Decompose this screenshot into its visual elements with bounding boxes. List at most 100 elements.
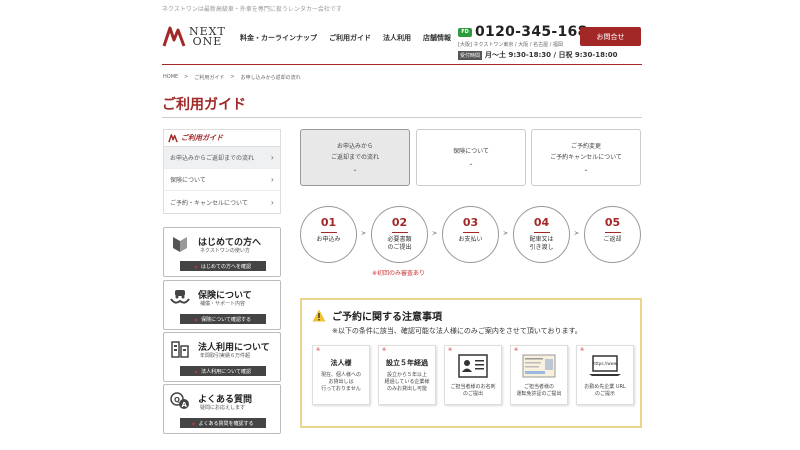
- nav-lineup[interactable]: 料金・カーラインナップ: [240, 33, 317, 43]
- condition-text: 設立から５年以上 経過している企業様 のみお貸出し可能: [384, 372, 430, 392]
- step-number: 05: [604, 216, 621, 229]
- driver-license-icon: [511, 354, 567, 378]
- contact-button[interactable]: お問合せ: [580, 27, 641, 46]
- business-card-icon: [445, 354, 501, 378]
- logo-line-2: ONE: [192, 35, 223, 48]
- side-item-insurance[interactable]: 保険について ›: [164, 169, 280, 191]
- step-label: お支払い: [458, 236, 483, 243]
- breadcrumb-current: お申し込みから返却の流れ: [240, 75, 301, 81]
- side-menu-heading: ご利用ガイド: [164, 130, 280, 147]
- step-divider: [604, 232, 621, 233]
- qa-bubble-icon: Q A: [170, 392, 189, 409]
- nav-guide[interactable]: ご利用ガイド: [329, 33, 371, 43]
- chevron-down-icon: ⌄: [352, 165, 358, 173]
- arrow-right-icon: >: [503, 230, 509, 237]
- arrow-right-icon: >: [574, 230, 580, 237]
- notice-title: ご予約に関する注意事項: [332, 312, 442, 323]
- header-divider: [162, 64, 642, 65]
- tab-flow[interactable]: お申込みから ご返却までの流れ ⌄: [300, 129, 410, 186]
- step-divider: [391, 232, 408, 233]
- condition-company-url: ※ https://www. お勤め先企業 URL のご提示: [576, 345, 634, 405]
- breadcrumb-home[interactable]: HOME: [163, 74, 178, 81]
- step-label: 必要書類: [387, 236, 412, 243]
- tab-insurance[interactable]: 保険について ⌄: [416, 129, 526, 186]
- side-item-reservation[interactable]: ご予約・キャンセルについて ›: [164, 191, 280, 213]
- step-number: 01: [320, 216, 337, 229]
- step-4: 04 配車又は 引き渡し: [513, 206, 570, 263]
- nav-stores[interactable]: 店舗情報: [423, 33, 451, 43]
- beginner-mark-icon: [173, 237, 187, 252]
- step-label: 配車又は: [529, 236, 554, 243]
- side-item-label: ご予約・キャンセルについて: [170, 199, 248, 207]
- warning-icon: [312, 309, 326, 322]
- card-button[interactable]: 法人利用について確認: [180, 366, 266, 376]
- breadcrumb-guide[interactable]: ご利用ガイド: [194, 74, 224, 81]
- hands-car-icon: [170, 290, 190, 304]
- logo-mark-icon: [168, 133, 178, 142]
- card-first-time[interactable]: はじめての方へ ネクストワンの使い方 はじめての方へを確認: [163, 227, 281, 277]
- step-3: 03 お支払い: [442, 206, 499, 263]
- page-title: ご利用ガイド: [162, 97, 246, 113]
- step-label-2: 引き渡し: [529, 244, 554, 251]
- note-mark: ※: [382, 347, 387, 353]
- note-mark: ※: [514, 347, 519, 353]
- phone-number[interactable]: 0120-345-168: [475, 24, 588, 40]
- condition-text: ご担当者様のお名刺 のご提出: [450, 384, 496, 397]
- logo-text: NEXT ONE: [189, 26, 226, 48]
- card-button[interactable]: 保険について確認する: [180, 314, 266, 324]
- svg-text:A: A: [182, 401, 188, 409]
- side-menu: ご利用ガイド お申込みからご返却までの流れ › 保険について › ご予約・キャン…: [163, 129, 281, 214]
- step-label: お申込み: [316, 236, 341, 243]
- step-1: 01 お申込み: [300, 206, 357, 263]
- step-number: 04: [533, 216, 550, 229]
- chevron-down-icon: ⌄: [468, 160, 474, 167]
- card-button[interactable]: よくある質問を確認する: [180, 418, 266, 428]
- arrow-right-icon: >: [361, 230, 367, 237]
- notice-subtitle: ※以下の条件に該当、確認可能な法人様にのみご案内をさせて頂いております。: [332, 327, 582, 335]
- chevron-right-icon: ›: [270, 175, 274, 184]
- building-icon: [171, 341, 189, 358]
- step-5: 05 ご返却: [584, 206, 641, 263]
- step-number: 02: [391, 216, 408, 229]
- breadcrumb-sep: >: [184, 74, 189, 80]
- side-item-flow[interactable]: お申込みからご返却までの流れ ›: [164, 147, 280, 169]
- condition-title: 設立５年経過: [386, 359, 428, 367]
- card-corporate[interactable]: 法人利用について 年間取引実績６万件超 法人利用について確認: [163, 332, 281, 382]
- step-divider: [320, 232, 337, 233]
- card-subtitle: 疑問にお応えします: [200, 405, 246, 411]
- condition-text: ご担当者様の 運転免許証のご提出: [516, 384, 562, 397]
- condition-business-card: ※ ご担当者様のお名刺 のご提出: [444, 345, 502, 405]
- condition-text: お勤め先企業 URL のご提示: [584, 384, 626, 397]
- free-dial-icon: FD: [458, 27, 472, 37]
- card-subtitle: 補償・サポート内容: [200, 301, 246, 307]
- breadcrumb-sep: >: [230, 74, 235, 80]
- nav-corporate[interactable]: 法人利用: [383, 33, 411, 43]
- logo[interactable]: NEXT ONE: [162, 26, 226, 48]
- step-2: 02 必要書類 のご提出: [371, 206, 428, 263]
- hours-text: 月〜土 9:30-18:30 / 日祝 9:30-18:00: [485, 51, 618, 59]
- condition-corporate: ※ 法人様 現在、個人様への お貸出しは 行っておりません: [312, 345, 370, 405]
- svg-text:Q: Q: [174, 396, 180, 404]
- side-menu-heading-text: ご利用ガイド: [181, 134, 223, 142]
- step-divider: [533, 232, 550, 233]
- tab-reservation[interactable]: ご予約変更 ご予約キャンセルについて ⌄: [531, 129, 641, 186]
- tab-label-line-1: お申込みから: [336, 142, 373, 150]
- card-button[interactable]: はじめての方へを確認: [180, 261, 266, 271]
- chevron-right-icon: ›: [270, 197, 274, 207]
- card-faq[interactable]: Q A よくある質問 疑問にお応えします よくある質問を確認する: [163, 384, 281, 434]
- tab-label-line-2: ご返却までの流れ: [330, 153, 379, 161]
- note-mark: ※: [448, 347, 453, 353]
- tab-label-line-1: ご予約変更: [570, 142, 601, 150]
- card-insurance[interactable]: 保険について 補償・サポート内容 保険について確認する: [163, 280, 281, 330]
- card-subtitle: 年間取引実績６万件超: [200, 353, 251, 359]
- step-label: ご返却: [603, 236, 622, 243]
- chevron-right-icon: ›: [270, 153, 274, 162]
- tab-label-line-1: 保険について: [453, 148, 489, 155]
- side-item-label: お申込みからご返却までの流れ: [170, 155, 255, 162]
- breadcrumb: HOME > ご利用ガイド > お申し込みから返却の流れ: [163, 74, 307, 81]
- card-subtitle: ネクストワンの使い方: [200, 248, 250, 254]
- logo-mark-icon: [162, 26, 186, 47]
- hours-badge: 受付時間: [458, 50, 483, 60]
- arrow-right-icon: >: [432, 230, 438, 237]
- side-item-label: 保険について: [170, 177, 206, 184]
